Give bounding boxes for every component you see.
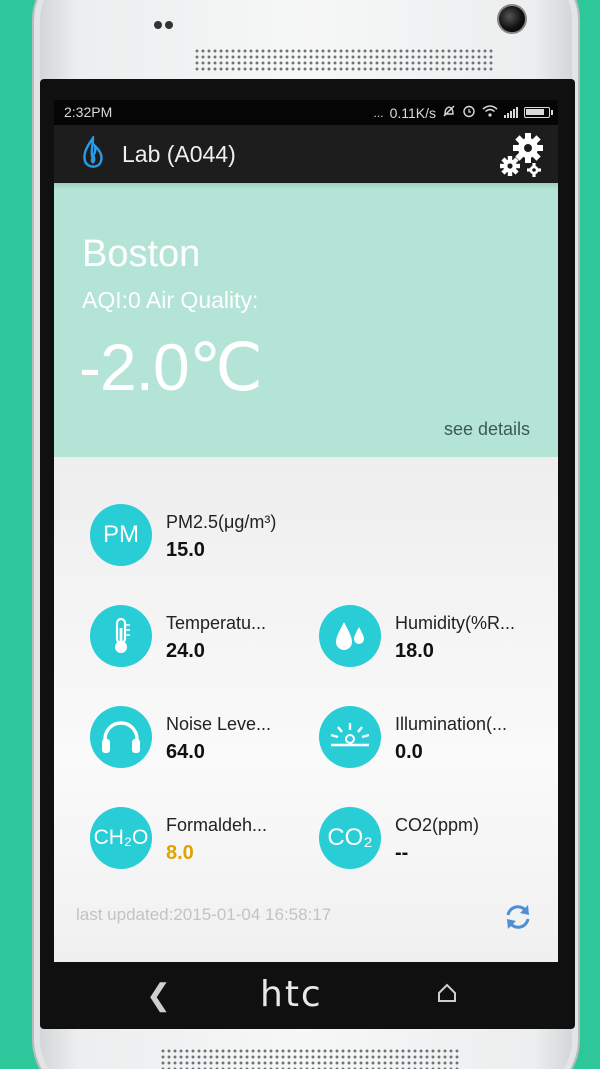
refresh-icon[interactable] xyxy=(503,902,533,932)
sensor-illumination[interactable]: Illumination(... 0.0 xyxy=(319,706,539,770)
front-camera xyxy=(497,4,527,34)
sensor-temperature[interactable]: Temperatu... 24.0 xyxy=(90,605,310,669)
sensor-formaldehyde[interactable]: CH₂O Formaldeh... 8.0 xyxy=(90,807,310,871)
sensor-grid: PM PM2.5(μg/m³) 15.0 Temperatu... 24.0 H… xyxy=(54,457,558,962)
sensor-value: 15.0 xyxy=(166,539,205,561)
co2-icon-text: CO₂ xyxy=(327,824,373,851)
aqi-text: AQI:0 Air Quality: xyxy=(82,287,259,313)
sensor-label: Formaldeh... xyxy=(166,815,268,835)
proximity-sensor xyxy=(154,16,178,29)
co2-icon: CO₂ xyxy=(319,807,381,869)
thermometer-icon xyxy=(90,605,152,667)
last-updated-text: last updated:2015-01-04 16:58:17 xyxy=(76,905,332,924)
bottom-speaker-grille xyxy=(160,1048,460,1069)
battery-fill xyxy=(526,109,544,115)
headphones-icon xyxy=(90,706,152,768)
temperature-reading: -2.0℃ xyxy=(79,330,263,404)
sensor-label: Noise Leve... xyxy=(166,714,272,734)
action-bar: Lab (A044) xyxy=(54,125,558,183)
home-icon[interactable] xyxy=(436,982,458,1004)
ch2o-icon: CH₂O xyxy=(90,807,152,869)
back-icon[interactable]: ❮ xyxy=(146,978,171,1013)
top-speaker-grille xyxy=(194,48,494,72)
water-drops-icon xyxy=(319,605,381,667)
sensor-label: Temperatu... xyxy=(166,613,267,633)
status-time: 2:32PM xyxy=(64,104,113,120)
light-rays-icon xyxy=(319,706,381,768)
net-speed: 0.11K/s xyxy=(389,104,436,121)
sensor-value: 8.0 xyxy=(166,842,194,864)
app-screen: 2:32PM ... 0.11K/s Lab (A044) Boston AQI… xyxy=(54,100,558,962)
gears-icon[interactable] xyxy=(498,130,548,178)
city-name: Boston xyxy=(82,233,201,275)
sensor-label: Illumination(... xyxy=(395,714,508,734)
pm-icon-text: PM xyxy=(103,521,139,548)
sensor-label: Humidity(%R... xyxy=(395,613,516,633)
wifi-icon xyxy=(482,105,498,120)
sensor-label: CO2(ppm) xyxy=(395,815,480,835)
silent-icon xyxy=(442,104,456,121)
app-title: Lab (A044) xyxy=(122,141,236,167)
sensor-value: 24.0 xyxy=(166,640,205,662)
alarm-icon xyxy=(462,104,476,121)
pm-icon: PM xyxy=(90,504,152,566)
sensor-noise[interactable]: Noise Leve... 64.0 xyxy=(90,706,310,770)
battery-icon xyxy=(524,107,553,118)
sensor-value: 64.0 xyxy=(166,741,205,763)
hero-shadow xyxy=(54,183,558,189)
brand-logo: htc xyxy=(260,974,323,1015)
sensor-humidity[interactable]: Humidity(%R... 18.0 xyxy=(319,605,539,669)
sensor-value: -- xyxy=(395,842,409,864)
weather-hero: Boston AQI:0 Air Quality: -2.0℃ see deta… xyxy=(54,183,558,457)
sensor-label: PM2.5(μg/m³) xyxy=(166,512,277,532)
signal-icon xyxy=(504,107,518,118)
sensor-value: 0.0 xyxy=(395,741,423,763)
sensor-value: 18.0 xyxy=(395,640,434,662)
more-dots: ... xyxy=(373,105,384,120)
see-details-link[interactable]: see details xyxy=(444,419,530,440)
status-bar: 2:32PM ... 0.11K/s xyxy=(54,100,558,125)
sensor-co2[interactable]: CO₂ CO2(ppm) -- xyxy=(319,807,539,871)
ch2o-icon-text: CH₂O xyxy=(93,826,149,849)
sensor-pm25[interactable]: PM PM2.5(μg/m³) 15.0 xyxy=(90,504,310,568)
navigation-bar: ❮ htc xyxy=(54,962,558,1028)
flame-logo-icon[interactable] xyxy=(80,136,106,172)
